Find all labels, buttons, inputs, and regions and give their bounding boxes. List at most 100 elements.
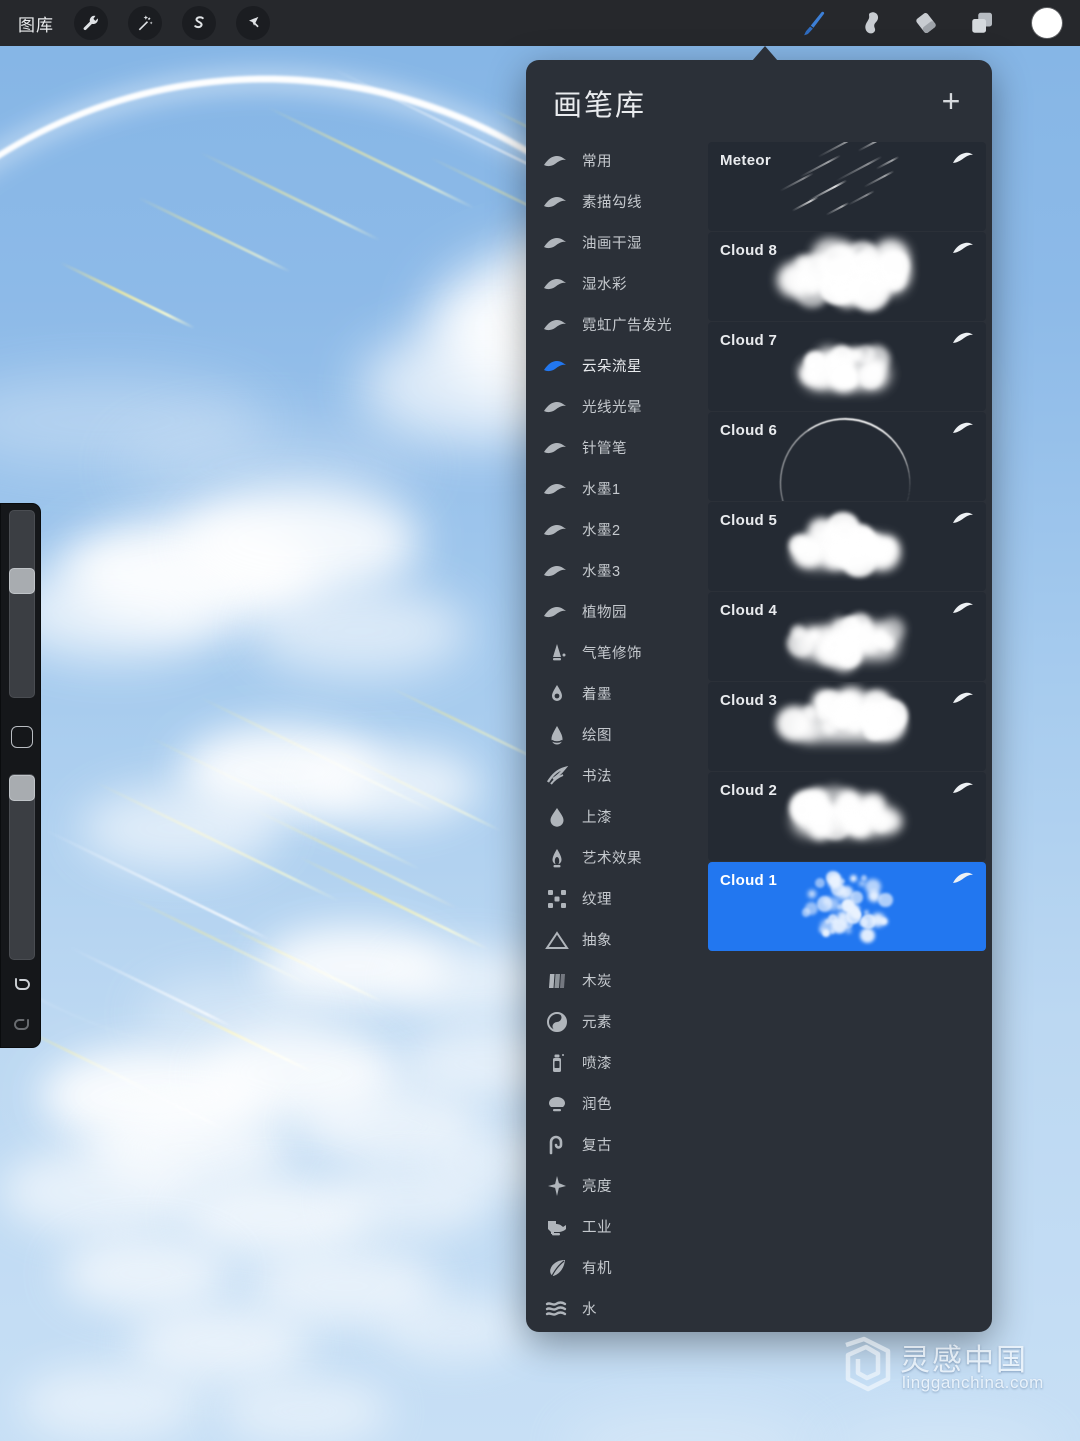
ink-nib-icon — [540, 682, 574, 706]
brush-category-item[interactable]: 湿水彩 — [526, 263, 706, 304]
spray-can-icon — [540, 1051, 574, 1075]
color-swatch[interactable] — [1032, 8, 1062, 38]
texture-dots-icon — [540, 887, 574, 911]
brush-category-label: 喷漆 — [582, 1052, 612, 1073]
brush-category-label: 水墨3 — [582, 560, 621, 581]
brush-category-label: 植物园 — [582, 601, 627, 622]
brush-category-item[interactable]: 艺术效果 — [526, 837, 706, 878]
add-brush-button[interactable]: + — [934, 84, 968, 118]
brush-category-label: 元素 — [582, 1011, 612, 1032]
elements-yinyang-icon — [540, 1010, 574, 1034]
panel-pointer-triangle — [752, 46, 778, 61]
brush-category-item[interactable]: 水墨1 — [526, 468, 706, 509]
brush-category-item[interactable]: 霓虹广告发光 — [526, 304, 706, 345]
gallery-button[interactable]: 图库 — [18, 11, 54, 36]
brush-category-item[interactable]: 针管笔 — [526, 427, 706, 468]
brush-category-label: 抽象 — [582, 929, 612, 950]
sparkle-star-icon — [540, 1174, 574, 1198]
brush-item[interactable]: Cloud 6 — [708, 412, 986, 501]
brush-category-item[interactable]: 纹理 — [526, 878, 706, 919]
modify-button[interactable] — [11, 726, 33, 748]
redo-button[interactable] — [8, 1012, 36, 1038]
brush-item[interactable]: Cloud 7 — [708, 322, 986, 411]
brush-item-name: Cloud 2 — [720, 782, 777, 799]
layers-tool[interactable] — [954, 0, 1010, 46]
brush-category-item[interactable]: 光线光晕 — [526, 386, 706, 427]
adjustments-wand-icon[interactable] — [128, 6, 162, 40]
brush-category-list[interactable]: 常用 素描勾线 油画干湿 湿水彩 霓虹广告发光 云朵流星光线光晕针管笔水墨1 水墨2 水墨3 植… — [526, 140, 706, 1332]
brush-item[interactable]: Meteor — [708, 142, 986, 231]
brush-category-label: 纹理 — [582, 888, 612, 909]
opacity-handle[interactable] — [9, 775, 35, 801]
brush-category-item[interactable]: 绘图 — [526, 714, 706, 755]
smudge-tool[interactable] — [842, 0, 898, 46]
paint-drop-icon — [540, 805, 574, 829]
brush-category-item[interactable]: 书法 — [526, 755, 706, 796]
brush-category-label: 复古 — [582, 1134, 612, 1155]
stroke-icon — [540, 395, 574, 419]
brush-stroke-preview-icon — [952, 600, 978, 618]
brush-category-item[interactable]: 云朵流星 — [526, 345, 706, 386]
brush-category-item[interactable]: 水 — [526, 1288, 706, 1329]
actions-wrench-icon[interactable] — [74, 6, 108, 40]
brush-category-item[interactable]: 工业 — [526, 1206, 706, 1247]
eraser-tool[interactable] — [898, 0, 954, 46]
brush-category-label: 木炭 — [582, 970, 612, 991]
brush-category-item[interactable]: 亮度 — [526, 1165, 706, 1206]
brush-category-item[interactable]: 元素 — [526, 1001, 706, 1042]
brush-category-label: 气笔修饰 — [582, 642, 642, 663]
brush-category-label: 针管笔 — [582, 437, 627, 458]
brush-category-item[interactable]: 复古 — [526, 1124, 706, 1165]
brush-category-label: 润色 — [582, 1093, 612, 1114]
stroke-icon — [540, 313, 574, 337]
airbrush-icon — [540, 641, 574, 665]
brush-category-item[interactable]: 气笔修饰 — [526, 632, 706, 673]
brush-category-item[interactable]: 水墨2 — [526, 509, 706, 550]
transform-arrow-icon[interactable] — [236, 6, 270, 40]
brush-stroke-preview-icon — [952, 420, 978, 438]
brush-category-item[interactable]: 上漆 — [526, 796, 706, 837]
brush-category-item[interactable]: 着墨 — [526, 673, 706, 714]
brush-item[interactable]: Cloud 5 — [708, 502, 986, 591]
organic-leaf-icon — [540, 1256, 574, 1280]
vintage-swirl-icon — [540, 1133, 574, 1157]
opacity-slider[interactable] — [9, 774, 35, 960]
brush-category-item[interactable]: 喷漆 — [526, 1042, 706, 1083]
stroke-icon — [540, 149, 574, 173]
brush-category-label: 亮度 — [582, 1175, 612, 1196]
stroke-icon — [540, 436, 574, 460]
stroke-icon — [540, 477, 574, 501]
undo-button[interactable] — [8, 972, 36, 998]
brush-item[interactable]: Cloud 2 — [708, 772, 986, 861]
left-sidebar — [0, 503, 41, 1048]
brush-item-list[interactable]: Meteor Cloud 8 Cloud 7 Cloud 6 Cloud 5 Cloud … — [708, 142, 992, 1332]
brush-item[interactable]: Cloud 4 — [708, 592, 986, 681]
brush-tool[interactable] — [786, 0, 842, 46]
brush-stroke-preview-icon — [952, 150, 978, 168]
brush-category-item[interactable]: 油画干湿 — [526, 222, 706, 263]
brush-stroke-preview-icon — [952, 330, 978, 348]
brush-category-item[interactable]: 素描勾线 — [526, 181, 706, 222]
brush-category-item[interactable]: 植物园 — [526, 591, 706, 632]
brush-category-item[interactable]: 抽象 — [526, 919, 706, 960]
brush-category-label: 光线光晕 — [582, 396, 642, 417]
brush-category-item[interactable]: 有机 — [526, 1247, 706, 1288]
brush-stroke-preview-icon — [952, 690, 978, 708]
selection-icon[interactable] — [182, 6, 216, 40]
right-tool-group — [786, 0, 1062, 46]
brush-size-slider[interactable] — [9, 510, 35, 698]
brush-category-label: 有机 — [582, 1257, 612, 1278]
brush-category-item[interactable]: 水墨3 — [526, 550, 706, 591]
brush-item[interactable]: Cloud 8 — [708, 232, 986, 321]
brush-size-handle[interactable] — [9, 568, 35, 594]
panel-title: 画笔库 — [553, 82, 646, 124]
brush-category-item[interactable]: 润色 — [526, 1083, 706, 1124]
brush-item[interactable]: Cloud 1 — [708, 862, 986, 951]
brush-category-item[interactable]: 木炭 — [526, 960, 706, 1001]
brush-category-item[interactable]: 常用 — [526, 140, 706, 181]
brush-library-panel: 画笔库 + 常用 素描勾线 油画干湿 湿水彩 霓虹广告发光 云朵流星 光线光晕 针管笔 水墨1 水… — [526, 60, 992, 1332]
brush-item[interactable]: Cloud 3 — [708, 682, 986, 771]
stroke-icon — [540, 600, 574, 624]
brush-item-name: Cloud 4 — [720, 602, 777, 619]
brush-category-label: 书法 — [582, 765, 612, 786]
